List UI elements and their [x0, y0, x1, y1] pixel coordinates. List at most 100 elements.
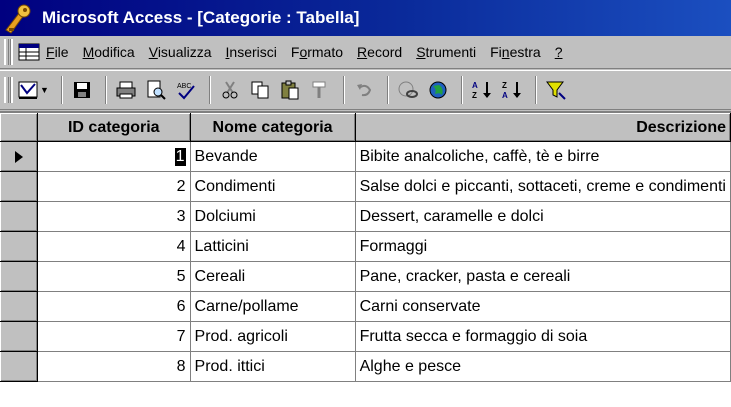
select-all-corner[interactable] [0, 113, 39, 142]
cell-descrizione[interactable]: Formaggi [354, 231, 731, 262]
cell-descrizione[interactable]: Pane, cracker, pasta e cereali [354, 261, 731, 292]
cell-descrizione[interactable]: Salse dolci e piccanti, sottaceti, creme… [354, 171, 731, 202]
cell-descrizione[interactable]: Frutta secca e formaggio di soia [354, 321, 731, 352]
window-title: Microsoft Access - [Categorie : Tabella] [42, 8, 360, 27]
row-selector[interactable] [0, 321, 39, 352]
table-row[interactable]: 5 Cereali Pane, cracker, pasta e cereali [0, 261, 731, 292]
menu-strumenti[interactable]: Strumenti [416, 44, 476, 60]
cell-descrizione[interactable]: Bibite analcoliche, caffè, tè e birre [354, 141, 731, 172]
column-header-description[interactable]: Descrizione [354, 113, 731, 142]
cell-value: 7 [176, 327, 186, 345]
undo-icon[interactable] [351, 76, 377, 104]
row-selector[interactable] [0, 141, 39, 172]
cell-id-categoria[interactable]: 7 [37, 321, 191, 352]
row-selector[interactable] [0, 261, 39, 292]
view-design-icon[interactable] [16, 76, 42, 104]
toolbar-separator [460, 76, 463, 104]
toolbar-separator [342, 76, 345, 104]
cell-nome-categoria[interactable]: Dolciumi [189, 201, 356, 232]
cell-value: 8 [176, 357, 186, 375]
menu-file[interactable]: File [46, 44, 69, 60]
cell-nome-categoria[interactable]: Latticini [189, 231, 356, 262]
save-icon[interactable] [69, 76, 95, 104]
cell-nome-categoria[interactable]: Condimenti [189, 171, 356, 202]
spelling-icon[interactable]: ABC [173, 76, 199, 104]
table-row[interactable]: 3 Dolciumi Dessert, caramelle e dolci [0, 201, 731, 232]
cell-descrizione[interactable]: Carni conservate [354, 291, 731, 322]
table-row[interactable]: 6 Carne/pollame Carni conservate [0, 291, 731, 322]
row-selector[interactable] [0, 171, 39, 202]
menu-finestra[interactable]: Finestra [490, 44, 541, 60]
paste-icon[interactable] [277, 76, 303, 104]
toolbar: ▼ ABC AZ ZA [0, 70, 731, 110]
cell-id-categoria[interactable]: 8 [37, 351, 191, 382]
toolbar-separator [60, 76, 63, 104]
web-toolbar-icon[interactable] [425, 76, 451, 104]
table-row[interactable]: 1 Bevande Bibite analcoliche, caffè, tè e … [0, 141, 731, 172]
cell-value: 5 [176, 267, 186, 285]
cell-value: 6 [176, 297, 186, 315]
cell-nome-categoria[interactable]: Prod. agricoli [189, 321, 356, 352]
copy-icon[interactable] [247, 76, 273, 104]
toolbar-separator [104, 76, 107, 104]
menu-bar: File Modifica Visualizza Inserisci Forma… [0, 36, 731, 69]
column-header-id[interactable]: ID categoria [37, 113, 191, 142]
row-selector[interactable] [0, 351, 39, 382]
cell-id-categoria[interactable]: 5 [37, 261, 191, 292]
current-record-pointer-icon [2, 143, 37, 171]
view-dropdown-icon[interactable]: ▼ [40, 85, 49, 95]
toolbar-grip[interactable] [4, 77, 13, 103]
row-selector[interactable] [0, 231, 39, 262]
menu-inserisci[interactable]: Inserisci [226, 44, 277, 60]
filter-by-selection-icon[interactable] [543, 76, 569, 104]
svg-text:A: A [472, 81, 478, 90]
cell-nome-categoria[interactable]: Carne/pollame [189, 291, 356, 322]
svg-text:Z: Z [472, 91, 477, 100]
cell-descrizione[interactable]: Alghe e pesce [354, 351, 731, 382]
cell-id-categoria[interactable]: 6 [37, 291, 191, 322]
table-row[interactable]: 7 Prod. agricoli Frutta secca e formaggio … [0, 321, 731, 352]
toolbar-separator [534, 76, 537, 104]
cell-value: 3 [176, 207, 186, 225]
cell-value: 1 [174, 147, 186, 166]
svg-text:A: A [502, 91, 508, 100]
menu-help[interactable]: ? [555, 44, 563, 60]
menu-modifica[interactable]: Modifica [83, 44, 135, 60]
access-key-icon[interactable] [0, 0, 40, 36]
cell-nome-categoria[interactable]: Cereali [189, 261, 356, 292]
menu-record[interactable]: Record [357, 44, 402, 60]
sort-ascending-icon[interactable]: AZ [469, 76, 495, 104]
sort-descending-icon[interactable]: ZA [499, 76, 525, 104]
cell-id-categoria[interactable]: 3 [37, 201, 191, 232]
svg-text:Z: Z [502, 81, 507, 90]
svg-text:ABC: ABC [177, 83, 191, 90]
row-selector[interactable] [0, 291, 39, 322]
print-preview-icon[interactable] [143, 76, 169, 104]
row-selector[interactable] [0, 201, 39, 232]
cell-nome-categoria[interactable]: Bevande [189, 141, 356, 172]
cell-descrizione[interactable]: Dessert, caramelle e dolci [354, 201, 731, 232]
table-row[interactable]: 4 Latticini Formaggi [0, 231, 731, 262]
datasheet-icon[interactable] [16, 41, 42, 63]
title-bar[interactable]: Microsoft Access - [Categorie : Tabella] [0, 0, 731, 36]
cell-value: 2 [176, 177, 186, 195]
cut-icon[interactable] [217, 76, 243, 104]
cell-id-categoria[interactable]: 2 [37, 171, 191, 202]
cell-nome-categoria[interactable]: Prod. ittici [189, 351, 356, 382]
toolbar-separator [386, 76, 389, 104]
toolbar-separator [208, 76, 211, 104]
format-painter-icon[interactable] [307, 76, 333, 104]
table-row[interactable]: 2 Condimenti Salse dolci e piccanti, sotta… [0, 171, 731, 202]
menu-formato[interactable]: Formato [291, 44, 343, 60]
table-row[interactable]: 8 Prod. ittici Alghe e pesce [0, 351, 731, 382]
menu-visualizza[interactable]: Visualizza [149, 44, 212, 60]
menubar-grip[interactable] [4, 39, 13, 65]
cell-id-categoria[interactable]: 4 [37, 231, 191, 262]
cell-id-categoria[interactable]: 1 [37, 141, 191, 172]
cell-value: 4 [176, 237, 186, 255]
print-icon[interactable] [113, 76, 139, 104]
column-header-name[interactable]: Nome categoria [189, 113, 356, 142]
categorie-table: ID categoria Nome categoria Descrizione … [0, 113, 731, 382]
table-header-row: ID categoria Nome categoria Descrizione [0, 113, 731, 142]
insert-hyperlink-icon[interactable] [395, 76, 421, 104]
